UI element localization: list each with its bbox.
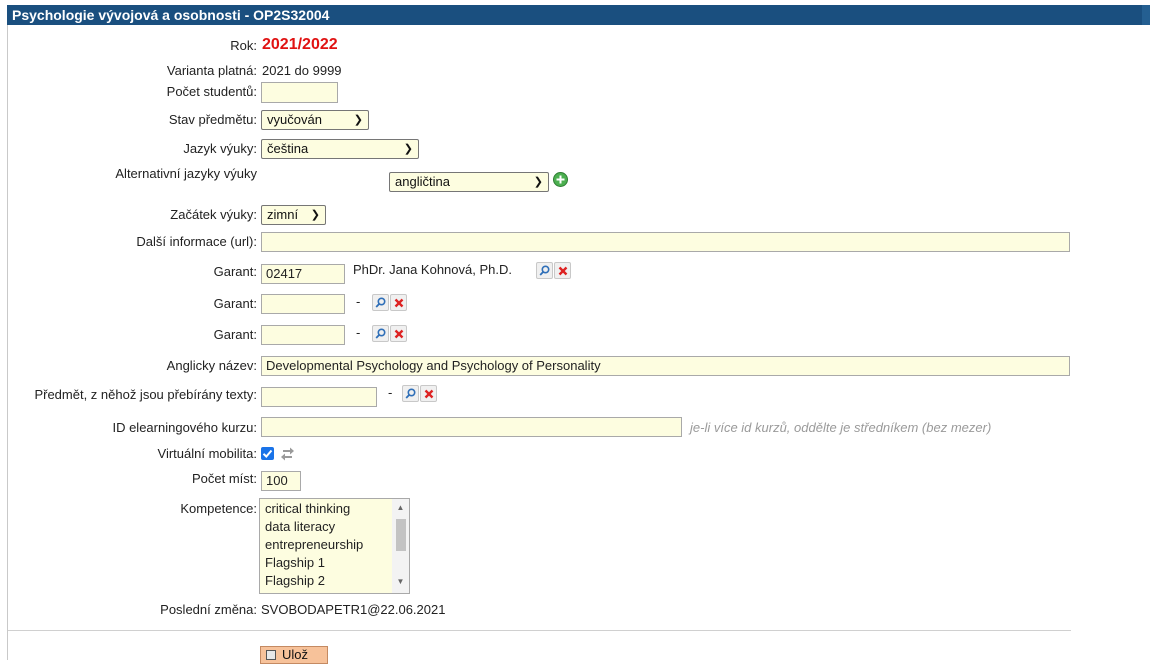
garant2-code-input[interactable] (261, 294, 345, 314)
garant3-label: Garant: (213, 327, 257, 342)
garant1-remove-button[interactable] (554, 262, 571, 279)
chevron-down-icon: ❯ (403, 143, 413, 155)
stav-select[interactable]: vyučován ❯ (261, 110, 369, 130)
varianta-value: 2021 do 9999 (262, 63, 342, 78)
kompetence-listbox[interactable]: critical thinking data literacy entrepre… (259, 498, 410, 594)
list-item[interactable]: Flagship 1 (265, 554, 325, 572)
save-button[interactable]: Ulož (260, 646, 328, 664)
garant3-dash: - (356, 325, 361, 340)
close-icon (394, 329, 403, 338)
garant2-dash: - (356, 294, 361, 309)
search-icon (375, 328, 386, 339)
predmet-texty-input[interactable] (261, 387, 377, 407)
garant3-code-input[interactable] (261, 325, 345, 345)
chevron-down-icon: ❯ (533, 176, 543, 188)
garant2-label: Garant: (213, 296, 257, 311)
checkmark-icon (262, 449, 273, 458)
pocet-studentu-label: Počet studentů: (166, 84, 257, 99)
virtualni-label: Virtuální mobilita: (157, 446, 257, 461)
add-language-icon[interactable] (553, 172, 568, 187)
search-icon (539, 265, 550, 276)
scrollbar-thumb[interactable] (396, 519, 406, 551)
predmet-texty-search-button[interactable] (402, 385, 419, 402)
garant3-remove-button[interactable] (390, 325, 407, 342)
predmet-texty-remove-button[interactable] (420, 385, 437, 402)
listbox-scrollbar[interactable]: ▲ ▼ (392, 499, 409, 593)
garant2-remove-button[interactable] (390, 294, 407, 311)
divider (8, 630, 1071, 631)
zacatek-label: Začátek výuky: (170, 207, 257, 222)
chevron-down-icon: ❯ (310, 209, 320, 221)
garant1-label: Garant: (213, 264, 257, 279)
rok-value: 2021/2022 (262, 36, 338, 53)
scroll-down-icon[interactable]: ▼ (392, 577, 409, 586)
titlebar-edge (1142, 5, 1150, 25)
anglicky-nazev-input[interactable]: Developmental Psychology and Psychology … (261, 356, 1070, 376)
virtualni-mobilita-checkbox[interactable] (261, 447, 274, 460)
jazyk-label: Jazyk výuky: (183, 141, 257, 156)
posledni-zmena-label: Poslední změna: (160, 602, 257, 617)
garant2-search-button[interactable] (372, 294, 389, 311)
chevron-down-icon: ❯ (353, 114, 363, 126)
kompetence-label: Kompetence: (180, 501, 257, 516)
dalsi-info-input[interactable] (261, 232, 1070, 252)
predmet-texty-dash: - (388, 385, 393, 400)
search-icon (375, 297, 386, 308)
posledni-zmena-value: SVOBODAPETR1@22.06.2021 (261, 602, 446, 617)
search-icon (405, 388, 416, 399)
alt-jazyky-label: Alternativní jazyky výuky (115, 166, 257, 181)
stav-select-value: vyučován (267, 112, 322, 127)
elearning-input[interactable] (261, 417, 682, 437)
window-title: Psychologie vývojová a osobnosti - OP2S3… (7, 5, 1150, 25)
window-title-text: Psychologie vývojová a osobnosti - OP2S3… (12, 7, 330, 23)
elearning-hint: je-li více id kurzů, oddělte je středník… (690, 420, 992, 435)
jazyk-select-value: čeština (267, 141, 309, 156)
varianta-label: Varianta platná: (166, 63, 257, 78)
dalsi-info-label: Další informace (url): (136, 234, 257, 249)
alt-jazyk-select[interactable]: angličtina ❯ (389, 172, 549, 192)
close-icon (394, 298, 403, 307)
list-item[interactable]: entrepreneurship (265, 536, 363, 554)
garant1-code-input[interactable]: 02417 (261, 264, 345, 284)
pocet-studentu-input[interactable] (261, 82, 338, 103)
list-item[interactable]: critical thinking (265, 500, 350, 518)
garant1-name: PhDr. Jana Kohnová, Ph.D. (353, 262, 512, 277)
pocet-mist-input[interactable]: 100 (261, 471, 301, 491)
garant3-search-button[interactable] (372, 325, 389, 342)
zacatek-select[interactable]: zimní ❯ (261, 205, 326, 225)
anglicky-label: Anglicky název: (166, 358, 257, 373)
alt-jazyk-select-value: angličtina (395, 174, 450, 189)
elearning-label: ID elearningového kurzu: (112, 420, 257, 435)
frame-left-border (7, 25, 8, 660)
close-icon (424, 389, 433, 398)
stav-label: Stav předmětu: (168, 112, 257, 127)
pocet-mist-label: Počet míst: (191, 471, 257, 486)
list-item[interactable]: data literacy (265, 518, 335, 536)
save-icon (266, 650, 276, 660)
zacatek-select-value: zimní (267, 207, 299, 222)
list-item[interactable]: Flagship 2 (265, 572, 325, 590)
garant1-search-button[interactable] (536, 262, 553, 279)
close-icon (558, 266, 567, 275)
predmet-texty-label: Předmět, z něhož jsou přebírány texty: (34, 387, 257, 402)
jazyk-select[interactable]: čeština ❯ (261, 139, 419, 159)
scroll-up-icon[interactable]: ▲ (392, 503, 409, 512)
swap-arrows-icon[interactable] (280, 446, 295, 461)
rok-label: Rok: (230, 38, 257, 53)
